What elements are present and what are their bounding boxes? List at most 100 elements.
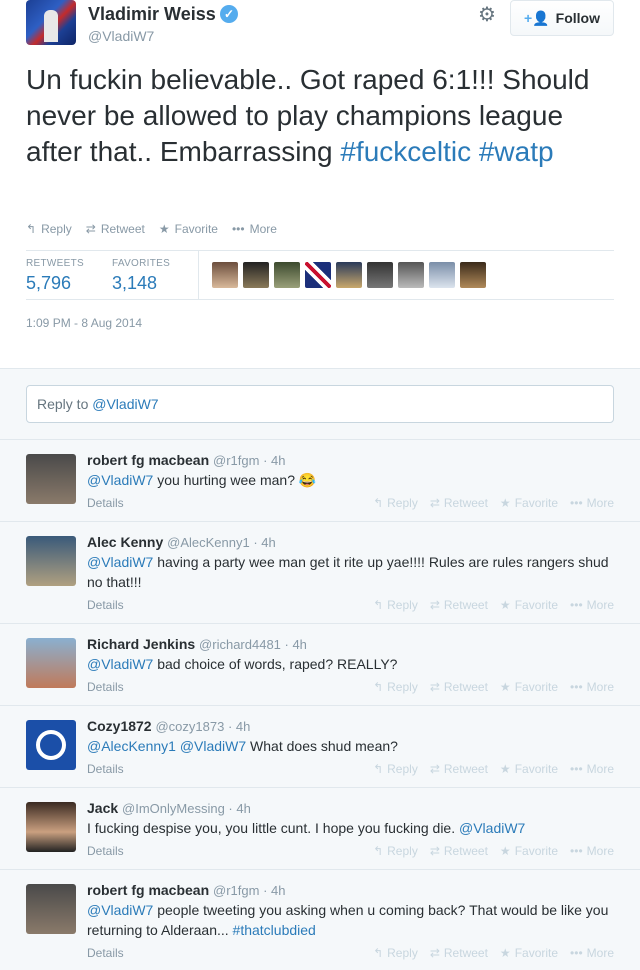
hashtag-link[interactable]: #thatclubdied: [233, 922, 316, 938]
favoriter-avatar[interactable]: [305, 262, 331, 288]
reply-item[interactable]: robert fg macbean @r1fgm · 4h @VladiW7 y…: [0, 439, 640, 521]
favoriter-avatar[interactable]: [460, 262, 486, 288]
reply-text: @VladiW7 people tweeting you asking when…: [87, 900, 612, 940]
favorite-label: Favorite: [514, 946, 559, 960]
retweet-label: Retweet: [443, 496, 488, 510]
favorite-action[interactable]: ★ Favorite: [500, 680, 558, 694]
retweets-stat[interactable]: RETWEETS 5,796: [26, 258, 84, 294]
mention-link[interactable]: @VladiW7: [87, 902, 153, 918]
reply-actions: ↰ Reply ⇄ Retweet ★ Favorite ••• More: [373, 844, 614, 858]
reply-author[interactable]: robert fg macbean @r1fgm · 4h: [87, 452, 285, 468]
reply-author[interactable]: Cozy1872 @cozy1873 · 4h: [87, 718, 250, 734]
star-icon: ★: [499, 844, 511, 858]
mention-link[interactable]: @AlecKenny1 @VladiW7: [87, 738, 246, 754]
reply-author[interactable]: Alec Kenny @AlecKenny1 · 4h: [87, 534, 276, 550]
more-action[interactable]: ••• More: [570, 496, 614, 510]
reply-action[interactable]: ↰ Reply: [373, 680, 418, 694]
reply-action[interactable]: ↰ Reply: [373, 844, 418, 858]
details-link[interactable]: Details: [87, 844, 124, 858]
reply-item[interactable]: Cozy1872 @cozy1873 · 4h @AlecKenny1 @Vla…: [0, 705, 640, 787]
favoriter-avatar[interactable]: [243, 262, 269, 288]
favoriter-avatar[interactable]: [336, 262, 362, 288]
reply-author[interactable]: robert fg macbean @r1fgm · 4h: [87, 882, 285, 898]
follow-button[interactable]: +👤 Follow: [510, 0, 614, 36]
avatar[interactable]: [26, 720, 76, 770]
reply-action[interactable]: ↰ Reply: [373, 598, 418, 612]
retweet-action[interactable]: ⇄ Retweet: [430, 598, 488, 612]
more-label: More: [586, 598, 614, 612]
favoriter-avatar[interactable]: [398, 262, 424, 288]
retweets-count: 5,796: [26, 273, 72, 293]
favorite-action[interactable]: ★ Favorite: [500, 946, 558, 960]
user-handle[interactable]: @VladiW7: [88, 28, 154, 44]
avatar[interactable]: [26, 454, 76, 504]
favoriter-avatar[interactable]: [429, 262, 455, 288]
favorites-count: 3,148: [112, 273, 158, 293]
reply-item[interactable]: Jack @ImOnlyMessing · 4h I fucking despi…: [0, 787, 640, 869]
reply-label: Reply: [387, 844, 418, 858]
gear-icon[interactable]: ⚙: [476, 4, 498, 26]
replies-section: Reply to @VladiW7 robert fg macbean @r1f…: [0, 368, 640, 970]
more-action[interactable]: ••• More: [570, 762, 614, 776]
details-link[interactable]: Details: [87, 598, 124, 612]
more-action[interactable]: ••• More: [570, 844, 614, 858]
reply-author[interactable]: Jack @ImOnlyMessing · 4h: [87, 800, 251, 816]
more-action[interactable]: ••• More: [570, 680, 614, 694]
favorites-stat[interactable]: FAVORITES 3,148: [112, 258, 170, 294]
reply-action[interactable]: ↰ Reply: [373, 496, 418, 510]
details-link[interactable]: Details: [87, 680, 124, 694]
hashtag-fuckceltic[interactable]: #fuckceltic: [340, 136, 471, 167]
retweets-label: RETWEETS: [26, 258, 84, 269]
favorite-action[interactable]: ★ Favorite: [159, 222, 218, 236]
reply-item[interactable]: robert fg macbean @r1fgm · 4h @VladiW7 p…: [0, 869, 640, 970]
user-fullname[interactable]: Vladimir Weiss: [88, 4, 216, 25]
avatar[interactable]: [26, 638, 76, 688]
more-label: More: [586, 844, 614, 858]
retweet-action[interactable]: ⇄ Retweet: [430, 844, 488, 858]
more-action[interactable]: ••• More: [570, 946, 614, 960]
reply-action[interactable]: ↰ Reply: [26, 222, 72, 236]
mention-link[interactable]: @VladiW7: [87, 554, 153, 570]
reply-item[interactable]: Alec Kenny @AlecKenny1 · 4h @VladiW7 hav…: [0, 521, 640, 623]
reply-item[interactable]: Richard Jenkins @richard4481 · 4h @Vladi…: [0, 623, 640, 705]
user-avatar[interactable]: [26, 0, 76, 45]
tweet-timestamp[interactable]: 1:09 PM - 8 Aug 2014: [26, 316, 142, 330]
reply-action[interactable]: ↰ Reply: [373, 946, 418, 960]
avatar[interactable]: [26, 802, 76, 852]
favorite-action[interactable]: ★ Favorite: [500, 496, 558, 510]
avatar[interactable]: [26, 536, 76, 586]
favoriter-avatar[interactable]: [367, 262, 393, 288]
favoriter-avatar[interactable]: [274, 262, 300, 288]
mention-link[interactable]: @VladiW7: [87, 656, 153, 672]
details-link[interactable]: Details: [87, 496, 124, 510]
reply-author[interactable]: Richard Jenkins @richard4481 · 4h: [87, 636, 307, 652]
retweet-label: Retweet: [100, 222, 145, 236]
favorite-action[interactable]: ★ Favorite: [500, 598, 558, 612]
reply-meta: @r1fgm · 4h: [213, 883, 286, 898]
avatar[interactable]: [26, 884, 76, 934]
retweet-label: Retweet: [443, 946, 488, 960]
reply-body: What does shud mean?: [246, 738, 398, 754]
verified-icon: ✓: [220, 5, 238, 23]
retweet-action[interactable]: ⇄ Retweet: [430, 946, 488, 960]
mention-link[interactable]: @VladiW7: [87, 472, 153, 488]
retweet-action[interactable]: ⇄ Retweet: [86, 222, 145, 236]
more-action[interactable]: ••• More: [570, 598, 614, 612]
reply-label: Reply: [387, 680, 418, 694]
favorite-label: Favorite: [174, 222, 218, 236]
favorite-action[interactable]: ★ Favorite: [500, 762, 558, 776]
retweet-action[interactable]: ⇄ Retweet: [430, 496, 488, 510]
retweet-action[interactable]: ⇄ Retweet: [430, 762, 488, 776]
reply-action[interactable]: ↰ Reply: [373, 762, 418, 776]
details-link[interactable]: Details: [87, 946, 124, 960]
reply-input[interactable]: Reply to @VladiW7: [26, 385, 614, 423]
mention-link[interactable]: @VladiW7: [459, 820, 525, 836]
retweet-action[interactable]: ⇄ Retweet: [430, 680, 488, 694]
details-link[interactable]: Details: [87, 762, 124, 776]
favoriter-avatar[interactable]: [212, 262, 238, 288]
hashtag-watp[interactable]: #watp: [479, 136, 554, 167]
more-action[interactable]: ••• More: [232, 222, 277, 236]
retweet-icon: ⇄: [429, 946, 440, 960]
favorite-action[interactable]: ★ Favorite: [500, 844, 558, 858]
reply-author-name: robert fg macbean: [87, 452, 210, 468]
